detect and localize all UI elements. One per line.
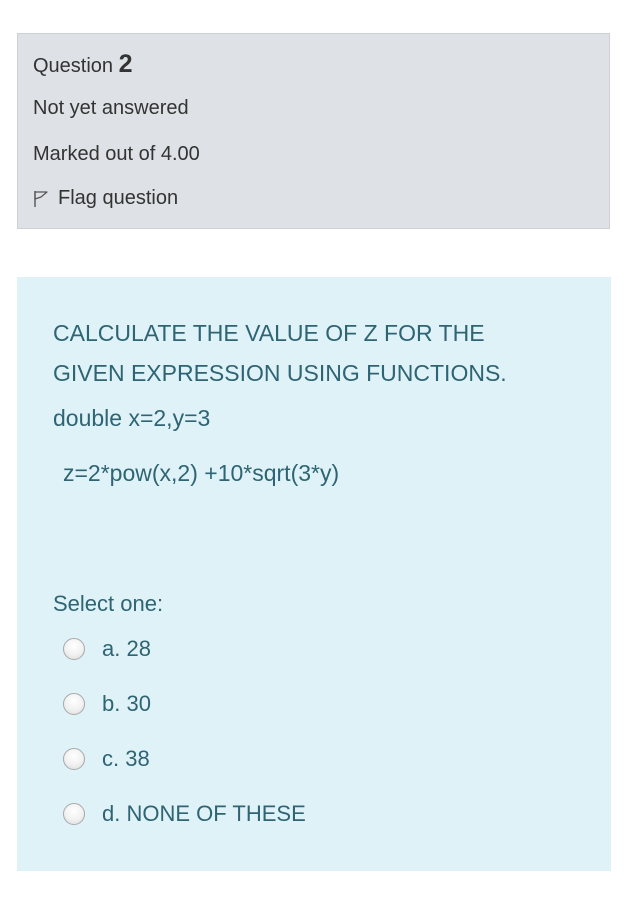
radio-button-b[interactable] [63,693,85,715]
option-c-label: c. 38 [102,746,150,771]
option-d[interactable]: d. NONE OF THESE [63,801,306,827]
option-d-label: d. NONE OF THESE [102,801,306,826]
question-number: Question 2 [33,50,133,79]
radio-button-d[interactable] [63,803,85,825]
radio-button-c[interactable] [63,748,85,770]
flag-question-button[interactable]: Flag question [33,187,178,210]
question-text-line-2: GIVEN EXPRESSION USING FUNCTIONS. [53,360,507,386]
flag-icon [34,190,48,207]
radio-button-a[interactable] [63,638,85,660]
option-b[interactable]: b. 30 [63,691,151,717]
flag-question-label: Flag question [58,187,179,209]
option-a-label: a. 28 [102,636,151,661]
question-info-panel: Question 2 Not yet answered Marked out o… [17,33,610,229]
option-b-label: b. 30 [102,691,151,716]
question-text-line-1: CALCULATE THE VALUE OF Z FOR THE [53,320,485,346]
question-number-value: 2 [118,50,133,78]
question-content-panel: CALCULATE THE VALUE OF Z FOR THE GIVEN E… [17,277,611,871]
question-state: Not yet answered [33,97,189,119]
question-word: Question [33,55,114,77]
code-line-2: z=2*pow(x,2) +10*sqrt(3*y) [63,460,340,486]
question-grade: Marked out of 4.00 [33,143,200,165]
option-a[interactable]: a. 28 [63,636,151,662]
question-text: CALCULATE THE VALUE OF Z FOR THE GIVEN E… [53,313,583,393]
option-c[interactable]: c. 38 [63,746,150,772]
select-prompt: Select one: [53,591,164,616]
code-line-1: double x=2,y=3 [53,405,211,431]
